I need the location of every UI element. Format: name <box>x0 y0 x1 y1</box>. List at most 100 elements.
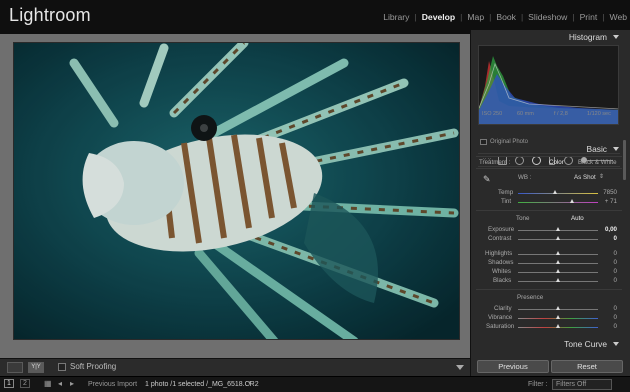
iso-value: ISO 250 <box>482 111 503 117</box>
exposure-knob[interactable] <box>555 227 560 231</box>
basic-header[interactable]: Basic <box>475 144 621 156</box>
module-separator: | <box>460 12 463 22</box>
auto-tone-button[interactable]: Auto <box>571 215 584 222</box>
focal-length: 60 mm <box>517 111 534 117</box>
tint-slider[interactable] <box>518 202 598 203</box>
whites-value[interactable]: 0 <box>599 268 617 275</box>
whites-label: Whites <box>492 268 511 275</box>
vibrance-knob[interactable] <box>555 315 560 319</box>
lionfish-photo <box>14 43 459 339</box>
module-picker: Library | Develop | Map | Book | Slideshow | … <box>383 12 627 22</box>
whites-knob[interactable] <box>555 269 560 273</box>
exposure-value[interactable]: 0,00 <box>599 226 617 233</box>
clarity-label: Clarity <box>494 305 512 312</box>
exposure-label: Exposure <box>488 226 515 233</box>
temp-label: Temp <box>498 189 514 196</box>
module-web[interactable]: Web <box>609 12 627 22</box>
spot-removal-icon[interactable] <box>515 156 524 165</box>
soft-proofing-checkbox[interactable] <box>58 362 66 371</box>
temp-slider[interactable] <box>518 193 598 194</box>
contrast-value[interactable]: 0 <box>599 235 617 242</box>
saturation-label: Saturation <box>486 323 515 330</box>
basic-title: Basic <box>586 144 607 154</box>
reset-button[interactable]: Reset <box>551 360 623 373</box>
module-separator: | <box>602 12 605 22</box>
status-dropdown-icon[interactable]: ▾ <box>248 379 252 387</box>
module-slideshow[interactable]: Slideshow <box>528 12 567 22</box>
radial-filter-icon[interactable] <box>564 156 573 165</box>
vibrance-value[interactable]: 0 <box>599 314 617 321</box>
clarity-knob[interactable] <box>555 306 560 310</box>
histogram-title: Histogram <box>568 32 607 42</box>
module-book[interactable]: Book <box>496 12 516 22</box>
wb-select[interactable]: As Shot <box>574 174 596 181</box>
module-library[interactable]: Library <box>383 12 409 22</box>
collapse-arrow-icon[interactable] <box>613 35 619 39</box>
soft-proofing-toggle[interactable]: Soft Proofing <box>58 362 116 371</box>
filmstrip-status: 1 photo /1 selected /_MG_6518.CR2 <box>145 381 259 388</box>
grid-icon[interactable]: ▦ <box>44 379 52 388</box>
presence-label: Presence <box>517 294 544 301</box>
page-1-button[interactable]: 1 <box>4 379 14 388</box>
image-viewer[interactable] <box>0 34 470 358</box>
shutter-value: 1/120 sec <box>587 111 611 117</box>
module-separator: | <box>520 12 524 22</box>
module-map[interactable]: Map <box>467 12 484 22</box>
viewer-toolbar: Y|Y Soft Proofing <box>0 358 470 376</box>
saturation-value[interactable]: 0 <box>599 323 617 330</box>
collapse-arrow-icon[interactable] <box>613 342 619 346</box>
histogram-graph: ISO 250 60 mm f / 2,8 1/120 sec <box>478 45 619 125</box>
soft-proofing-label: Soft Proofing <box>70 362 117 371</box>
tint-value[interactable]: + 71 <box>599 198 617 205</box>
previous-button[interactable]: Previous <box>477 360 549 373</box>
saturation-knob[interactable] <box>555 324 560 328</box>
filter-label: Filter : <box>528 381 548 388</box>
aperture-value: f / 2,8 <box>554 111 568 117</box>
wb-dropdown-icon[interactable]: ⇕ <box>599 173 604 180</box>
module-separator: | <box>572 12 575 22</box>
collapse-arrow-icon[interactable] <box>613 147 619 151</box>
blacks-knob[interactable] <box>555 278 560 282</box>
blacks-value[interactable]: 0 <box>599 277 617 284</box>
highlights-value[interactable]: 0 <box>599 250 617 257</box>
blacks-label: Blacks <box>493 277 512 284</box>
eyedropper-icon[interactable]: ✎ <box>483 174 491 185</box>
contrast-knob[interactable] <box>555 236 560 240</box>
contrast-label: Contrast <box>488 235 512 242</box>
module-develop[interactable]: Develop <box>422 12 455 22</box>
shadows-value[interactable]: 0 <box>599 259 617 266</box>
temp-value[interactable]: 7850 <box>599 189 617 196</box>
tone-curve-title: Tone Curve <box>564 339 607 349</box>
tone-curve-header[interactable]: Tone Curve <box>475 339 621 351</box>
treatment-bw-button[interactable]: Black & White <box>578 159 617 166</box>
shadows-knob[interactable] <box>555 260 560 264</box>
back-arrow-icon[interactable]: ◂ <box>58 379 62 388</box>
tint-label: Tint <box>501 198 512 205</box>
divider <box>476 156 622 157</box>
toolbar-menu-icon[interactable] <box>456 365 464 370</box>
top-bar: Lightroom Library | Develop | Map | Book | S… <box>0 0 630 34</box>
page-2-button[interactable]: 2 <box>20 379 30 388</box>
treatment-color-button[interactable]: Color <box>549 159 564 166</box>
forward-arrow-icon[interactable]: ▸ <box>70 379 74 388</box>
temp-knob[interactable] <box>553 190 558 194</box>
filter-select[interactable]: Filters Off <box>552 379 612 390</box>
app-logo: Lightroom <box>9 5 91 25</box>
photo-preview[interactable] <box>13 42 460 340</box>
histogram-header[interactable]: Histogram <box>475 32 621 44</box>
tint-knob[interactable] <box>569 199 574 203</box>
panel-scrollbar[interactable] <box>623 140 626 180</box>
module-separator: | <box>489 12 492 22</box>
highlights-knob[interactable] <box>555 251 560 255</box>
treatment-label: Treatment : <box>479 159 511 166</box>
loupe-view-button[interactable] <box>7 362 23 373</box>
vibrance-label: Vibrance <box>488 314 513 321</box>
clarity-value[interactable]: 0 <box>599 305 617 312</box>
before-after-button[interactable]: Y|Y <box>28 362 44 373</box>
module-separator: | <box>414 12 417 22</box>
wb-label: WB : <box>518 174 532 181</box>
module-print[interactable]: Print <box>580 12 598 22</box>
filmstrip-source[interactable]: Previous Import <box>88 381 137 388</box>
shadows-label: Shadows <box>488 259 514 266</box>
red-eye-icon[interactable] <box>532 156 541 165</box>
